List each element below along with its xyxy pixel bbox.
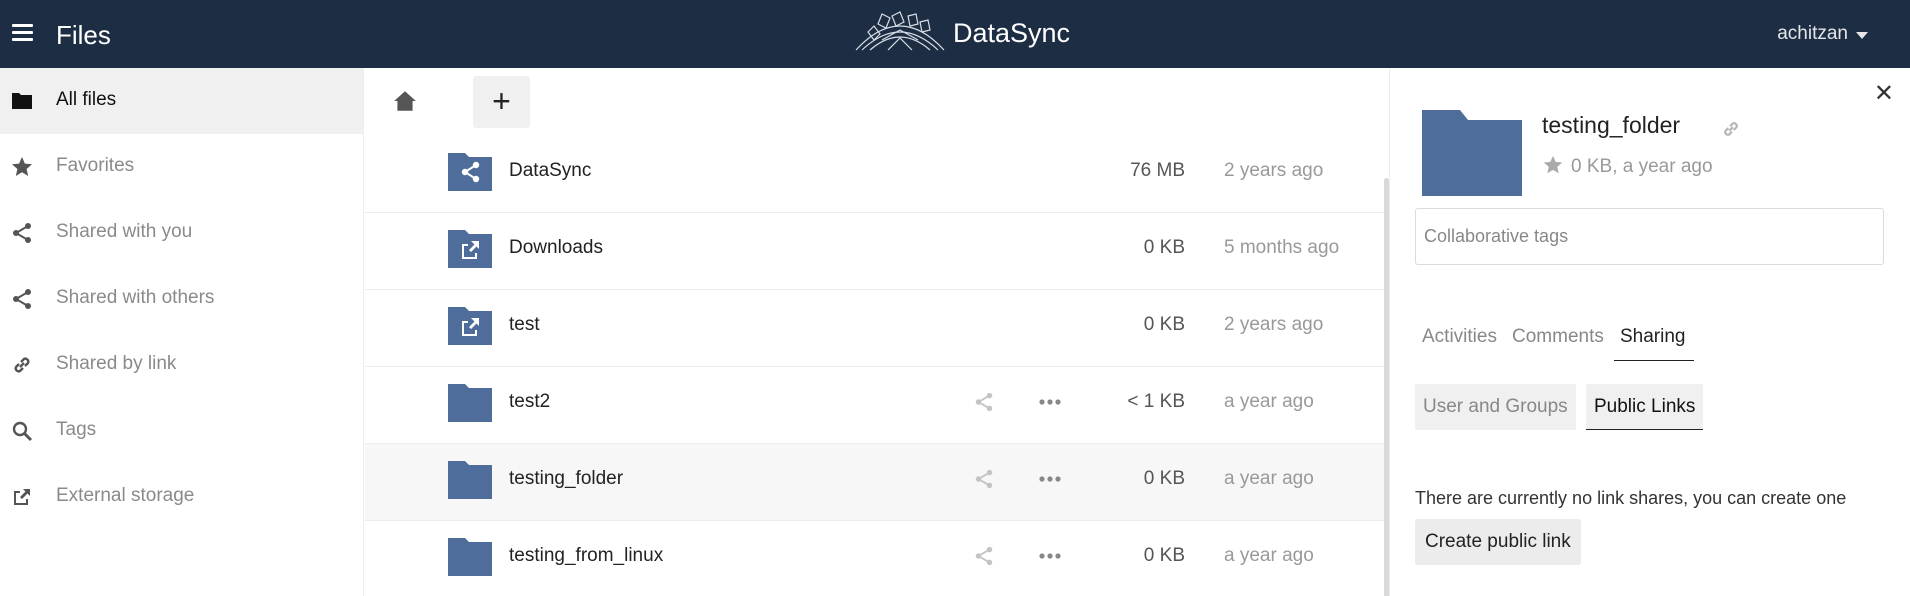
sidebar-item-label: Tags	[56, 419, 97, 440]
sidebar-item-label: Shared with others	[56, 287, 215, 308]
file-row[interactable]: test2 < 1 KB a year ago	[365, 367, 1388, 444]
external-link-icon	[14, 489, 30, 505]
file-row[interactable]: testing_from_linux 0 KB a year ago	[365, 521, 1388, 596]
sidebar-item-all-files[interactable]: All files	[0, 68, 363, 134]
star-icon	[12, 157, 32, 176]
tab-comments[interactable]: Comments	[1512, 326, 1604, 360]
top-header: Files DataSync achitzan	[0, 0, 1910, 68]
user-menu[interactable]: achitzan	[1777, 23, 1848, 45]
file-name[interactable]: testing_folder	[509, 468, 623, 490]
file-row[interactable]: DataSync 76 MB 2 years ago	[365, 136, 1388, 213]
folder-icon	[448, 384, 492, 422]
sidebar-item-label: Shared with you	[56, 221, 193, 242]
create-public-link-button[interactable]: Create public link	[1415, 519, 1581, 565]
file-size: 0 KB	[1143, 237, 1185, 258]
link-icon[interactable]	[1720, 118, 1742, 140]
hamburger-menu-icon[interactable]	[12, 24, 33, 42]
tab-sharing[interactable]: Sharing	[1614, 326, 1694, 361]
share-icon	[13, 289, 31, 309]
file-row[interactable]: test 0 KB 2 years ago	[365, 290, 1388, 367]
more-options-icon[interactable]	[1037, 391, 1063, 413]
sidebar-item-label: Favorites	[56, 155, 135, 176]
file-list: + DataSync 76 MB 2 years ago Downloads 0…	[365, 68, 1389, 596]
subtab-public-links[interactable]: Public Links	[1586, 384, 1704, 430]
sidebar-item-label: External storage	[56, 485, 195, 506]
details-meta: 0 KB, a year ago	[1571, 156, 1713, 177]
search-icon	[12, 421, 33, 442]
sidebar-nav: All files Favorites Shared with you Shar…	[0, 68, 364, 596]
subtab-user-and-groups[interactable]: User and Groups	[1415, 384, 1576, 430]
sidebar-item-label: All files	[56, 89, 117, 110]
file-name[interactable]: DataSync	[509, 160, 591, 182]
file-date: 2 years ago	[1224, 160, 1324, 181]
file-date: 5 months ago	[1224, 237, 1340, 258]
sidebar-item-favorites[interactable]: Favorites	[0, 134, 363, 200]
star-icon[interactable]	[1542, 154, 1564, 176]
share-icon[interactable]	[973, 391, 995, 413]
folder-icon	[448, 461, 492, 499]
file-size: 0 KB	[1143, 545, 1185, 566]
collaborative-tags-input[interactable]	[1415, 208, 1884, 265]
file-size: 0 KB	[1143, 314, 1185, 335]
sidebar-item-shared-with-others[interactable]: Shared with others	[0, 266, 363, 332]
caret-down-icon[interactable]	[1856, 32, 1868, 39]
file-name[interactable]: test	[509, 314, 540, 336]
file-date: a year ago	[1224, 391, 1314, 412]
file-date: a year ago	[1224, 545, 1314, 566]
file-name[interactable]: Downloads	[509, 237, 603, 259]
details-panel: ✕ testing_folder 0 KB, a year ago Activi…	[1389, 68, 1910, 596]
file-date: a year ago	[1224, 468, 1314, 489]
folder-icon	[12, 93, 32, 109]
app-title: Files	[56, 20, 111, 50]
sidebar-item-tags[interactable]: Tags	[0, 398, 363, 464]
external-folder-icon	[448, 307, 492, 345]
shared-folder-icon	[448, 153, 492, 191]
file-size: 76 MB	[1130, 160, 1185, 181]
folder-icon	[1422, 110, 1522, 196]
close-icon[interactable]: ✕	[1874, 82, 1894, 106]
home-icon[interactable]	[392, 88, 418, 114]
share-icon[interactable]	[973, 545, 995, 567]
external-folder-icon	[448, 230, 492, 268]
sidebar-item-label: Shared by link	[56, 353, 177, 374]
datasync-logo-icon	[855, 11, 945, 51]
file-size: 0 KB	[1143, 468, 1185, 489]
file-date: 2 years ago	[1224, 314, 1324, 335]
more-options-icon[interactable]	[1037, 468, 1063, 490]
file-name[interactable]: test2	[509, 391, 550, 413]
sidebar-item-external-storage[interactable]: External storage	[0, 464, 363, 530]
more-options-icon[interactable]	[1037, 545, 1063, 567]
file-size: < 1 KB	[1127, 391, 1185, 412]
sidebar-item-shared-with-you[interactable]: Shared with you	[0, 200, 363, 266]
share-icon	[13, 223, 31, 243]
file-controls: +	[365, 68, 1388, 136]
details-file-name: testing_folder	[1542, 112, 1681, 138]
file-name[interactable]: testing_from_linux	[509, 545, 663, 567]
file-row[interactable]: Downloads 0 KB 5 months ago	[365, 213, 1388, 290]
brand-name: DataSync	[953, 18, 1071, 48]
no-link-shares-message: There are currently no link shares, you …	[1415, 488, 1847, 508]
file-row[interactable]: testing_folder 0 KB a year ago	[365, 444, 1388, 521]
new-file-button[interactable]: +	[473, 76, 530, 128]
link-icon	[14, 357, 30, 373]
share-icon[interactable]	[973, 468, 995, 490]
tab-activities[interactable]: Activities	[1422, 326, 1497, 360]
folder-icon	[448, 538, 492, 576]
sidebar-item-shared-by-link[interactable]: Shared by link	[0, 332, 363, 398]
